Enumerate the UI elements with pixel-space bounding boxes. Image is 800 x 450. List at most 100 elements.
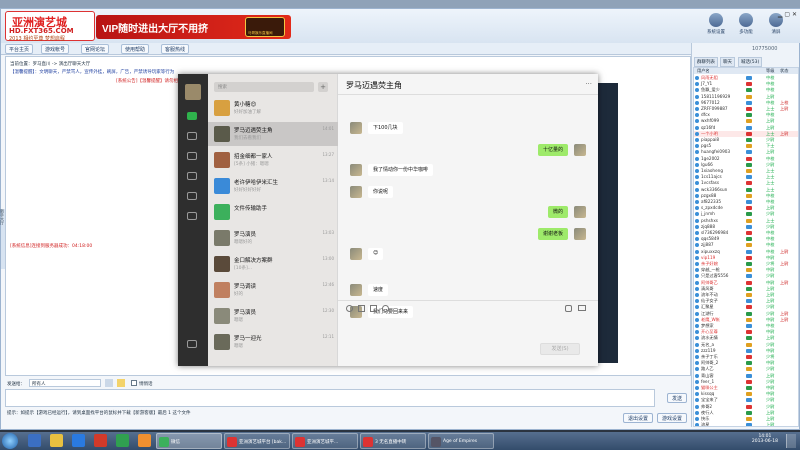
browser-icon[interactable] <box>116 434 129 447</box>
nav-home[interactable]: 平台主页 <box>5 44 34 54</box>
conversation-item[interactable]: 罗马调读 好的 12:46 <box>208 278 338 302</box>
conversation-item[interactable]: 文件传输助手 <box>208 200 338 224</box>
vip-banner[interactable]: VIP随时进出大厅不用挤 马哥娱乐直播间 <box>96 15 291 39</box>
conversation-item[interactable]: 罗马演员 嗯嗯好的 13:03 <box>208 226 338 250</box>
exit-settings-button[interactable]: 退出设置 <box>623 413 654 423</box>
user-avatar-icon <box>695 82 699 87</box>
contacts-icon[interactable] <box>187 132 197 140</box>
conversation-item[interactable]: 金口解决方案群 [10条]... 13:00 <box>208 252 338 276</box>
system-settings-label: 系统设置 <box>707 30 725 35</box>
message-area: 下100几块 十亿量的 我了情动你一份中华咖啡 你说呢 微的 谢谢老板 😊 速度… <box>350 98 586 318</box>
chat-icon[interactable] <box>187 112 197 120</box>
conversation-time: 12:46 <box>322 282 334 287</box>
badge-icon <box>746 280 752 285</box>
taskbar-app[interactable]: Age of Empires <box>428 433 494 449</box>
compose-area[interactable]: 发送(S) <box>338 300 598 366</box>
tab-group-list[interactable]: 群聊列表 <box>694 57 718 67</box>
system-settings-button[interactable]: 系统设置 <box>702 13 730 41</box>
taskbar-app[interactable]: 亚洲演艺城平... <box>292 433 358 449</box>
chat-message[interactable]: 十亿量的 <box>350 144 586 156</box>
chat-message[interactable]: 速度 <box>350 284 586 296</box>
call-icon[interactable] <box>565 305 572 312</box>
player-icon[interactable] <box>138 434 151 447</box>
nav-forum[interactable]: 官网论坛 <box>81 44 110 54</box>
folder-icon[interactable] <box>50 434 63 447</box>
moments-icon[interactable] <box>187 192 197 200</box>
screenshot-icon[interactable] <box>370 305 377 312</box>
user-name: 猫咪公主 <box>701 385 718 390</box>
badge-icon <box>746 249 752 254</box>
conversation-item[interactable]: 罗马一迎光 嗯嗯 12:11 <box>208 330 338 354</box>
user-avatar-icon <box>695 324 699 328</box>
app-icon[interactable] <box>94 434 107 447</box>
user-name: 只是过客5556 <box>701 273 729 279</box>
chat-message[interactable]: 😊 <box>350 248 586 260</box>
file-icon[interactable] <box>358 305 365 312</box>
header-level: 等级 <box>766 68 775 73</box>
user-avatar-icon <box>695 262 699 266</box>
nav-help[interactable]: 使用帮助 <box>121 44 150 54</box>
game-settings-button[interactable]: 游戏设置 <box>657 413 688 423</box>
logo-tag-text: 2013 相约至尊 梦想启程 <box>9 36 65 42</box>
send-button[interactable]: 发送(S) <box>540 343 580 355</box>
user-level: 上尉 <box>766 93 775 99</box>
chat-message[interactable]: 谢谢老板 <box>350 228 586 240</box>
lobby-side-tab[interactable]: 新手大厅 <box>0 209 5 269</box>
chat-message[interactable]: 下100几块 <box>350 122 586 134</box>
nav-service[interactable]: 客服热线 <box>161 44 190 54</box>
badge-icon <box>746 156 752 161</box>
user-name: 流水无情 <box>701 335 718 341</box>
menu-icon[interactable] <box>187 340 197 348</box>
nav-game-account[interactable]: 游戏帐号 <box>41 44 70 54</box>
conversation-item[interactable]: 黄小糖😊 好好加油了解 <box>208 96 338 120</box>
window-controls[interactable]: ▁ ▢ ✕ <box>778 11 797 18</box>
taskbar-app[interactable]: 微信 <box>156 433 222 449</box>
more-icon[interactable]: ··· <box>585 80 592 88</box>
conversation-item[interactable]: 招金细都一家人 [5条] 小猪：嗯嗯 13:27 <box>208 148 338 172</box>
history-icon[interactable] <box>382 305 389 312</box>
conversation-item[interactable]: 老许伊哈伊米汇生 好好好好好好 13:14 <box>208 174 338 198</box>
user-name: zjj887 <box>701 242 714 248</box>
conversation-item[interactable]: 罗马演员 嗯嗯 12:30 <box>208 304 338 328</box>
clock[interactable]: 14:01 2013-06-18 <box>752 434 778 444</box>
emoji-icon[interactable] <box>117 379 125 387</box>
files-icon[interactable] <box>187 172 197 180</box>
chat-message[interactable]: 你说呢 <box>350 186 586 198</box>
user-list[interactable]: 用户名 等级 状态 风雨无阻 中校 J7_Y1 中校 鱼飘_爱少 中校 1581… <box>693 67 799 427</box>
tab-chat[interactable]: 聊天 <box>720 57 735 67</box>
user-avatar-icon <box>695 138 699 142</box>
conversation-item[interactable]: 罗马迈遇荧主角 我们去看我们 14:01 <box>208 122 338 146</box>
tab-shout[interactable]: 喊话(53) <box>738 57 763 67</box>
emoji-icon[interactable] <box>346 305 353 312</box>
badge-icon <box>746 169 752 173</box>
conversation-avatar <box>214 126 230 142</box>
chat-message[interactable]: 微的 <box>350 206 586 218</box>
taskbar-app[interactable]: 3 无名直播中转 <box>360 433 426 449</box>
taskbar-app[interactable]: 亚洲演艺城平台 [bak... <box>224 433 290 449</box>
send-to-select[interactable]: 所有人 <box>29 379 101 387</box>
video-icon[interactable] <box>578 305 586 311</box>
miniprogram-icon[interactable] <box>187 212 197 220</box>
user-level: 上尉 <box>766 149 775 155</box>
search-input[interactable]: 搜索 <box>214 82 314 92</box>
chat-message[interactable]: 我了情动你一份中华咖啡 <box>350 164 586 176</box>
send-button[interactable]: 发送 <box>667 393 688 403</box>
message-input[interactable] <box>5 389 655 407</box>
font-icon[interactable] <box>105 379 113 387</box>
user-avatar-icon <box>695 386 699 390</box>
show-desktop-button[interactable] <box>786 434 796 448</box>
nav-bar: 平台主页 游戏帐号 官网论坛 使用帮助 客服热线 <box>1 43 691 55</box>
media-icon[interactable] <box>72 434 85 447</box>
conversation-time: 13:00 <box>322 256 334 261</box>
private-checkbox[interactable] <box>131 380 137 386</box>
start-button[interactable] <box>2 433 18 449</box>
add-icon[interactable]: + <box>318 82 328 92</box>
ie-icon[interactable] <box>28 434 41 447</box>
private-label: 悄悄话 <box>139 382 153 387</box>
user-row[interactable]: 流星 上尉 <box>694 422 798 426</box>
favorites-icon[interactable] <box>187 152 197 160</box>
avatar[interactable] <box>185 84 201 100</box>
multifunction-button[interactable]: 多功能 <box>732 13 760 41</box>
user-avatar-icon <box>695 156 699 161</box>
user-status: 上尉 <box>780 106 789 111</box>
